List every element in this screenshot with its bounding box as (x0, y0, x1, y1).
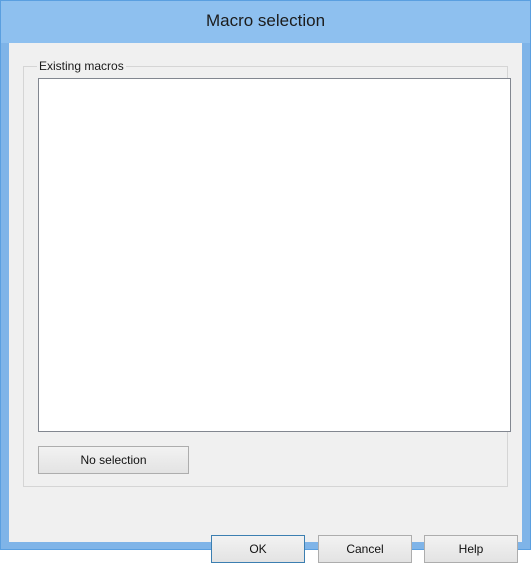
cancel-button[interactable]: Cancel (318, 535, 412, 563)
macro-list[interactable] (38, 78, 511, 432)
macro-selection-dialog: Macro selection Existing macros No selec… (0, 0, 531, 563)
existing-macros-label: Existing macros (37, 59, 126, 73)
no-selection-button[interactable]: No selection (38, 446, 189, 474)
dialog-title: Macro selection (205, 11, 326, 30)
help-button[interactable]: Help (424, 535, 518, 563)
title-bar[interactable]: Macro selection (1, 1, 530, 43)
ok-button[interactable]: OK (211, 535, 305, 563)
